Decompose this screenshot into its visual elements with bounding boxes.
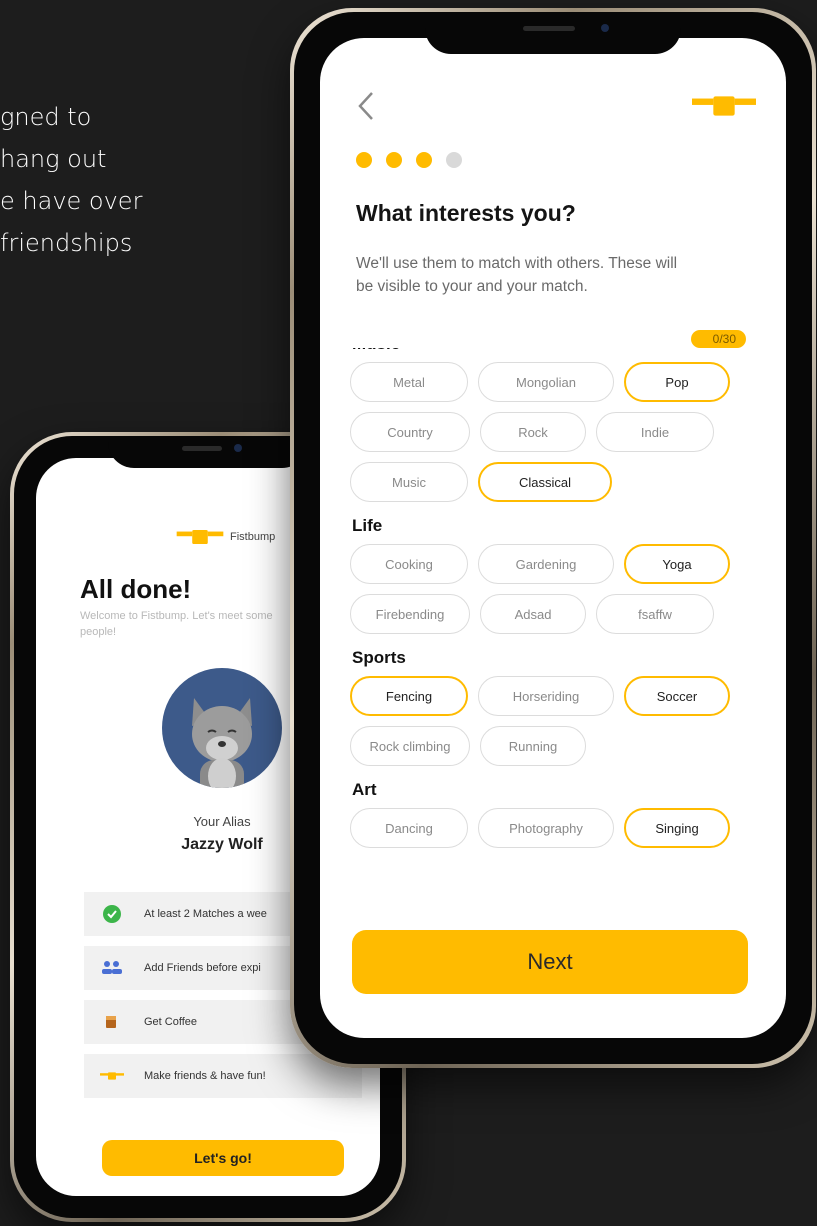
next-button[interactable]: Next [352, 930, 748, 994]
interest-chip[interactable]: Metal [350, 362, 468, 402]
category-title: Art [352, 780, 377, 799]
hero-copy: gned to hang out e have over friendships [0, 96, 180, 264]
interest-chip[interactable]: Music [350, 462, 468, 502]
page-title: All done! [80, 574, 192, 604]
step-indicator [356, 152, 462, 168]
lets-go-button[interactable]: Let's go! [102, 1140, 344, 1176]
brand-label: Fistbump [230, 531, 276, 543]
interest-chip[interactable]: Rock [480, 412, 586, 452]
interest-chip[interactable]: Indie [596, 412, 714, 452]
category-art: Art Dancing Photography Singing [350, 780, 766, 848]
interest-chip[interactable]: Cooking [350, 544, 468, 584]
interest-chip[interactable]: Classical [478, 462, 612, 502]
interest-chip[interactable]: Rock climbing [350, 726, 470, 766]
step-dot [446, 152, 462, 168]
chevron-left-icon[interactable] [356, 90, 376, 128]
fistbump-logo-icon [100, 1071, 124, 1081]
step-dot [356, 152, 372, 168]
interest-chip[interactable]: Running [480, 726, 586, 766]
step-dot [386, 152, 402, 168]
page-description: We'll use them to match with others. The… [356, 255, 678, 295]
category-title: Sports [352, 648, 406, 667]
interest-chip[interactable]: Firebending [350, 594, 470, 634]
category-life: Life Cooking Gardening Yoga Firebending … [350, 516, 766, 634]
check-circle-icon [100, 905, 124, 923]
interest-chip[interactable]: Adsad [480, 594, 586, 634]
interest-chip[interactable]: Pop [624, 362, 730, 402]
page-subtitle: Welcome to Fistbump. Let's meet some peo… [80, 610, 273, 638]
page-title: What interests you? [356, 200, 576, 226]
selection-counter-badge: 0/30 [690, 330, 746, 348]
interests-list[interactable]: Music Metal Mongolian Pop Country Rock I… [350, 348, 766, 862]
hero-line: hang out [0, 145, 107, 173]
phone-notch [108, 436, 308, 468]
perk-item: Make friends & have fun! [84, 1054, 362, 1098]
phone-interests: What interests you? We'll use them to ma… [290, 8, 816, 1068]
hero-line: e have over [0, 187, 143, 215]
wolf-avatar-icon [192, 698, 252, 788]
phone-notch [425, 12, 681, 54]
interest-chip[interactable]: Soccer [624, 676, 730, 716]
hero-line: friendships [0, 229, 133, 257]
hero-line: gned to [0, 103, 92, 131]
category-sports: Sports Fencing Horseriding Soccer Rock c… [350, 648, 766, 766]
interest-chip[interactable]: Fencing [350, 676, 468, 716]
category-music: Music Metal Mongolian Pop Country Rock I… [350, 348, 766, 502]
interest-chip[interactable]: Mongolian [478, 362, 614, 402]
category-title: Music [352, 348, 766, 356]
interest-chip[interactable]: Gardening [478, 544, 614, 584]
interest-chip[interactable]: Singing [624, 808, 730, 848]
screen-interests: What interests you? We'll use them to ma… [320, 38, 786, 1038]
brand-header: Fistbump [176, 530, 275, 544]
fistbump-logo-icon [692, 96, 756, 121]
interest-chip[interactable]: Country [350, 412, 470, 452]
interest-chip[interactable]: Dancing [350, 808, 468, 848]
interest-chip[interactable]: Horseriding [478, 676, 614, 716]
fistbump-logo-icon [176, 530, 224, 544]
phone-bezel: What interests you? We'll use them to ma… [294, 12, 812, 1064]
interest-chip[interactable]: Yoga [624, 544, 730, 584]
coffee-cup-icon [100, 1014, 124, 1030]
avatar [162, 668, 282, 788]
add-friends-icon [100, 960, 124, 976]
interest-chip[interactable]: Photography [478, 808, 614, 848]
category-title: Life [352, 516, 383, 535]
interest-chip[interactable]: fsaffw [596, 594, 714, 634]
step-dot [416, 152, 432, 168]
